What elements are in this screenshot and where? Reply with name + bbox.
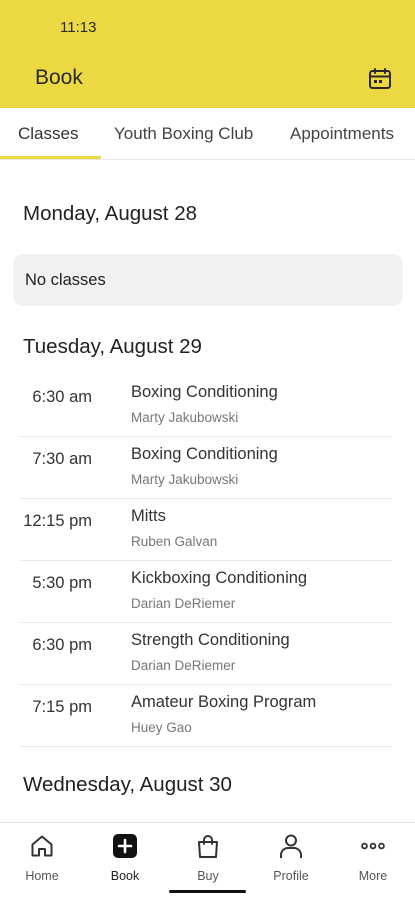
class-time: 7:15 pm [32,698,92,716]
day-heading-monday: Monday, August 28 [23,202,197,225]
app-header: 11:13 Book [0,0,415,108]
nav-label-book: Book [110,869,140,883]
no-classes-card: No classes [13,254,403,306]
nav-label-profile: Profile [273,869,309,883]
nav-home[interactable]: Home [1,831,83,887]
status-bar-time: 11:13 [60,19,97,36]
nav-more[interactable]: More [332,831,414,887]
bottom-navigation: Home Book Buy Profile More [0,822,415,900]
home-indicator [169,890,246,893]
class-row[interactable]: 5:30 pm Kickboxing Conditioning Darian D… [20,561,392,623]
class-instructor: Marty Jakubowski [131,472,239,487]
class-name: Boxing Conditioning [131,445,278,463]
class-name: Amateur Boxing Program [131,693,317,711]
tab-classes[interactable]: Classes [18,124,78,144]
tab-youth-boxing-club[interactable]: Youth Boxing Club [114,124,253,144]
nav-profile[interactable]: Profile [250,831,332,887]
nav-label-more: More [358,869,388,883]
calendar-icon [369,68,391,89]
nav-label-home: Home [25,869,59,883]
class-name: Kickboxing Conditioning [131,569,308,587]
shopping-bag-icon [198,835,218,858]
no-classes-text: No classes [25,271,106,289]
class-instructor: Huey Gao [131,720,192,735]
class-instructor: Darian DeRiemer [131,596,236,611]
calendar-button[interactable] [366,66,394,92]
class-instructor: Ruben Galvan [131,534,218,549]
nav-buy[interactable]: Buy [167,831,249,887]
active-tab-indicator [0,156,101,159]
class-name: Mitts [131,507,166,525]
class-time: 5:30 pm [32,574,92,592]
day-heading-tuesday: Tuesday, August 29 [23,335,202,358]
class-row[interactable]: 7:30 am Boxing Conditioning Marty Jakubo… [20,437,392,499]
more-dots-icon [361,842,385,850]
tab-bar: Classes Youth Boxing Club Appointments [0,108,415,160]
class-instructor: Marty Jakubowski [131,410,239,425]
nav-label-buy: Buy [197,869,219,883]
class-name: Boxing Conditioning [131,383,278,401]
day-heading-wednesday: Wednesday, August 30 [23,773,232,796]
class-row[interactable]: 6:30 pm Strength Conditioning Darian DeR… [20,623,392,685]
plus-square-icon [113,834,137,858]
class-time: 12:15 pm [23,512,92,530]
tab-appointments[interactable]: Appointments [290,124,394,144]
class-time: 7:30 am [32,450,92,468]
class-name: Strength Conditioning [131,631,290,649]
class-instructor: Darian DeRiemer [131,658,236,673]
class-time: 6:30 pm [32,636,92,654]
class-time: 6:30 am [32,388,92,406]
nav-book[interactable]: Book [84,831,166,887]
class-row[interactable]: 12:15 pm Mitts Ruben Galvan [20,499,392,561]
person-icon [280,834,302,858]
class-row[interactable]: 7:15 pm Amateur Boxing Program Huey Gao [20,685,392,747]
class-row[interactable]: 6:30 am Boxing Conditioning Marty Jakubo… [20,375,392,437]
page-title: Book [35,66,83,89]
home-icon [31,835,53,857]
